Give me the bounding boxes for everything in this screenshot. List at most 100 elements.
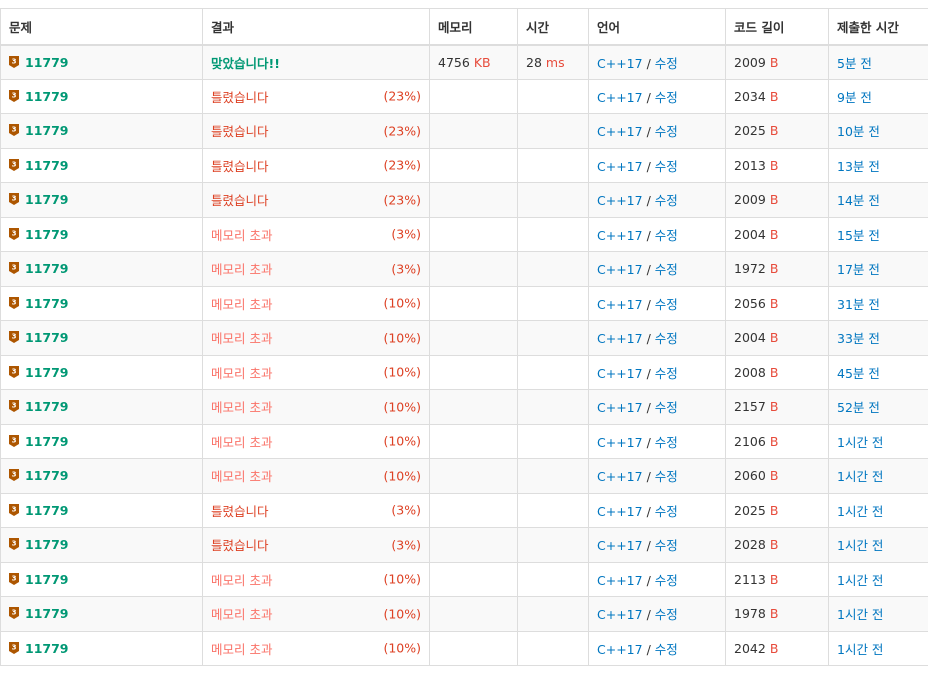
language-link[interactable]: C++17 bbox=[597, 538, 643, 553]
submitted-time-link[interactable]: 31분 전 bbox=[837, 297, 880, 312]
problem-link[interactable]: 11779 bbox=[25, 503, 69, 518]
code-length-link[interactable]: 2009 bbox=[734, 55, 766, 70]
code-length-link[interactable]: 1972 bbox=[734, 261, 766, 276]
edit-link[interactable]: 수정 bbox=[655, 573, 678, 588]
language-cell: C++17 / 수정 bbox=[588, 78, 726, 114]
problem-link[interactable]: 11779 bbox=[25, 572, 69, 587]
edit-link[interactable]: 수정 bbox=[655, 504, 678, 519]
edit-link[interactable]: 수정 bbox=[655, 124, 678, 139]
edit-link[interactable]: 수정 bbox=[655, 538, 678, 553]
edit-link[interactable]: 수정 bbox=[655, 297, 678, 312]
problem-link[interactable]: 11779 bbox=[25, 537, 69, 552]
submitted-time-link[interactable]: 10분 전 bbox=[837, 124, 880, 139]
language-link[interactable]: C++17 bbox=[597, 262, 643, 277]
code-length-link[interactable]: 2056 bbox=[734, 296, 766, 311]
edit-link[interactable]: 수정 bbox=[655, 400, 678, 415]
language-link[interactable]: C++17 bbox=[597, 366, 643, 381]
edit-link[interactable]: 수정 bbox=[655, 228, 678, 243]
problem-link[interactable]: 11779 bbox=[25, 261, 69, 276]
problem-link[interactable]: 11779 bbox=[25, 468, 69, 483]
problem-link[interactable]: 11779 bbox=[25, 399, 69, 414]
edit-link[interactable]: 수정 bbox=[655, 193, 678, 208]
code-length-link[interactable]: 2106 bbox=[734, 434, 766, 449]
submitted-time-link[interactable]: 52분 전 bbox=[837, 400, 880, 415]
edit-link[interactable]: 수정 bbox=[655, 159, 678, 174]
submitted-time-link[interactable]: 14분 전 bbox=[837, 193, 880, 208]
edit-link[interactable]: 수정 bbox=[655, 469, 678, 484]
language-link[interactable]: C++17 bbox=[597, 331, 643, 346]
submitted-time-link[interactable]: 1시간 전 bbox=[837, 607, 883, 622]
memory-cell bbox=[429, 630, 518, 666]
problem-link[interactable]: 11779 bbox=[25, 641, 69, 656]
language-link[interactable]: C++17 bbox=[597, 124, 643, 139]
code-length-link[interactable]: 2042 bbox=[734, 641, 766, 656]
submitted-time-link[interactable]: 1시간 전 bbox=[837, 573, 883, 588]
problem-link[interactable]: 11779 bbox=[25, 330, 69, 345]
result-text: 틀렸습니다 bbox=[211, 158, 269, 174]
col-header-code-length[interactable]: 코드 길이 bbox=[725, 8, 829, 46]
problem-link[interactable]: 11779 bbox=[25, 123, 69, 138]
submitted-time-link[interactable]: 1시간 전 bbox=[837, 538, 883, 553]
code-length-link[interactable]: 2009 bbox=[734, 192, 766, 207]
problem-link[interactable]: 11779 bbox=[25, 158, 69, 173]
code-length-link[interactable]: 2008 bbox=[734, 365, 766, 380]
problem-link[interactable]: 11779 bbox=[25, 227, 69, 242]
code-length-link[interactable]: 2028 bbox=[734, 537, 766, 552]
col-header-problem[interactable]: 문제 bbox=[0, 8, 203, 46]
code-length-link[interactable]: 2025 bbox=[734, 503, 766, 518]
problem-link[interactable]: 11779 bbox=[25, 55, 69, 70]
col-header-submitted-at[interactable]: 제출한 시간 bbox=[828, 8, 928, 46]
language-link[interactable]: C++17 bbox=[597, 193, 643, 208]
problem-link[interactable]: 11779 bbox=[25, 365, 69, 380]
edit-link[interactable]: 수정 bbox=[655, 90, 678, 105]
problem-link[interactable]: 11779 bbox=[25, 192, 69, 207]
code-length-link[interactable]: 2004 bbox=[734, 330, 766, 345]
problem-link[interactable]: 11779 bbox=[25, 296, 69, 311]
code-length-link[interactable]: 2113 bbox=[734, 572, 766, 587]
submitted-time-link[interactable]: 33분 전 bbox=[837, 331, 880, 346]
edit-link[interactable]: 수정 bbox=[655, 331, 678, 346]
col-header-time[interactable]: 시간 bbox=[517, 8, 589, 46]
edit-link[interactable]: 수정 bbox=[655, 642, 678, 657]
code-length-link[interactable]: 2025 bbox=[734, 123, 766, 138]
language-link[interactable]: C++17 bbox=[597, 159, 643, 174]
submitted-time-link[interactable]: 9분 전 bbox=[837, 90, 872, 105]
submitted-time-link[interactable]: 1시간 전 bbox=[837, 435, 883, 450]
problem-link[interactable]: 11779 bbox=[25, 606, 69, 621]
code-length-link[interactable]: 2060 bbox=[734, 468, 766, 483]
problem-link[interactable]: 11779 bbox=[25, 89, 69, 104]
language-link[interactable]: C++17 bbox=[597, 56, 643, 71]
col-header-result[interactable]: 결과 bbox=[202, 8, 430, 46]
submitted-time-link[interactable]: 45분 전 bbox=[837, 366, 880, 381]
language-link[interactable]: C++17 bbox=[597, 435, 643, 450]
submitted-time-link[interactable]: 15분 전 bbox=[837, 228, 880, 243]
language-link[interactable]: C++17 bbox=[597, 228, 643, 243]
language-link[interactable]: C++17 bbox=[597, 400, 643, 415]
edit-link[interactable]: 수정 bbox=[655, 435, 678, 450]
submitted-time-link[interactable]: 17분 전 bbox=[837, 262, 880, 277]
submitted-time-link[interactable]: 5분 전 bbox=[837, 56, 872, 71]
edit-link[interactable]: 수정 bbox=[655, 607, 678, 622]
code-length-link[interactable]: 2034 bbox=[734, 89, 766, 104]
code-length-link[interactable]: 2157 bbox=[734, 399, 766, 414]
language-link[interactable]: C++17 bbox=[597, 642, 643, 657]
language-link[interactable]: C++17 bbox=[597, 573, 643, 588]
language-link[interactable]: C++17 bbox=[597, 504, 643, 519]
submitted-time-link[interactable]: 13분 전 bbox=[837, 159, 880, 174]
col-header-language[interactable]: 언어 bbox=[588, 8, 726, 46]
problem-link[interactable]: 11779 bbox=[25, 434, 69, 449]
code-length-link[interactable]: 2004 bbox=[734, 227, 766, 242]
col-header-memory[interactable]: 메모리 bbox=[429, 8, 518, 46]
submitted-time-link[interactable]: 1시간 전 bbox=[837, 504, 883, 519]
language-link[interactable]: C++17 bbox=[597, 297, 643, 312]
code-length-link[interactable]: 2013 bbox=[734, 158, 766, 173]
language-link[interactable]: C++17 bbox=[597, 90, 643, 105]
edit-link[interactable]: 수정 bbox=[655, 366, 678, 381]
code-length-link[interactable]: 1978 bbox=[734, 606, 766, 621]
edit-link[interactable]: 수정 bbox=[655, 262, 678, 277]
submitted-time-link[interactable]: 1시간 전 bbox=[837, 642, 883, 657]
language-link[interactable]: C++17 bbox=[597, 469, 643, 484]
language-link[interactable]: C++17 bbox=[597, 607, 643, 622]
edit-link[interactable]: 수정 bbox=[655, 56, 678, 71]
submitted-time-link[interactable]: 1시간 전 bbox=[837, 469, 883, 484]
